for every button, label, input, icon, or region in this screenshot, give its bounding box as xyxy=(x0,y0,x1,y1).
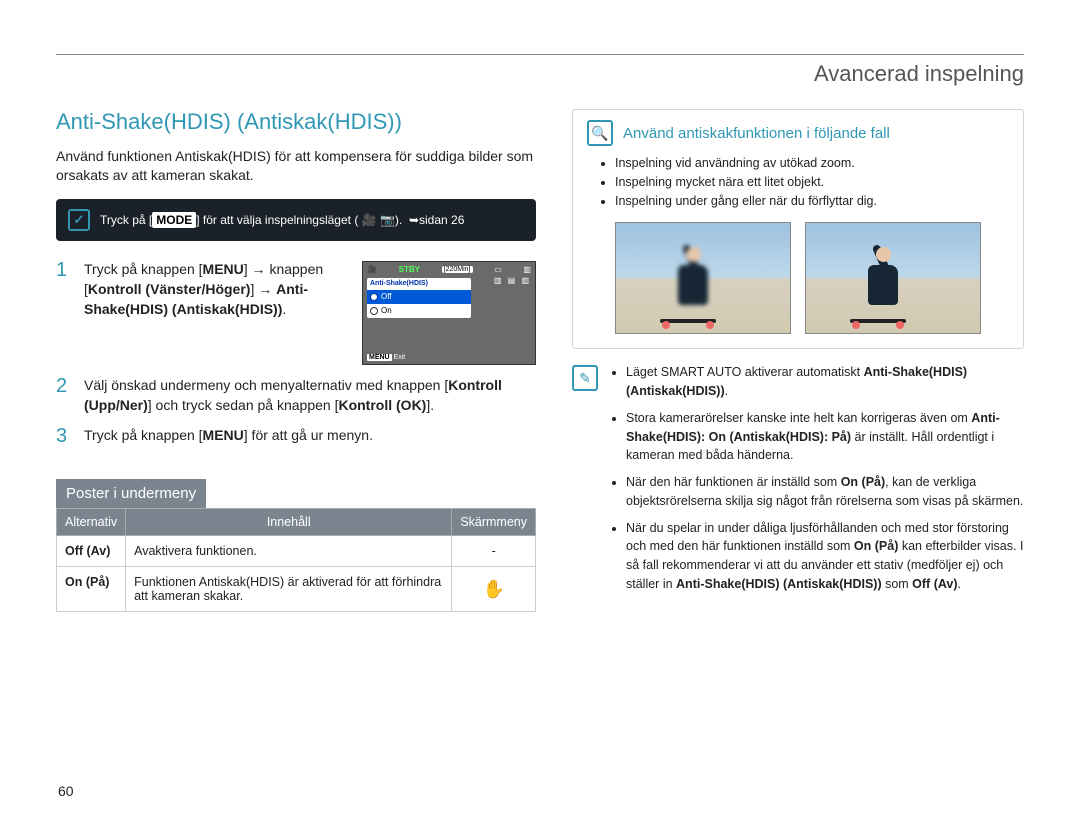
text: Läget SMART AUTO aktiverar automatiskt xyxy=(626,365,864,379)
step-2: 2 Välj önskad undermeny och menyalternat… xyxy=(56,375,536,416)
lcd-menu-item-off: Off xyxy=(367,290,471,304)
usage-callout: 🔍 Använd antiskakfunktionen i följande f… xyxy=(572,109,1024,349)
stby-label: STBY xyxy=(399,265,420,274)
mode-hint-box: ✓ Tryck på [MODE] för att välja inspelni… xyxy=(56,199,536,241)
text: Tryck på knappen [ xyxy=(84,261,203,277)
mode-button-label: MODE xyxy=(152,212,196,228)
text: ] för att gå ur menyn. xyxy=(244,427,373,443)
lcd-menu-item-on: On xyxy=(367,304,471,318)
example-photo-sharp xyxy=(805,222,981,334)
step-2-text: Välj önskad undermeny och menyalternativ… xyxy=(84,375,536,416)
control-button-ref: Kontroll (Vänster/Höger) xyxy=(88,281,251,297)
right-column: 🔍 Använd antiskakfunktionen i följande f… xyxy=(572,109,1024,612)
lcd-right-icons: ▥ ▤ ▥ xyxy=(494,276,531,285)
callout-title: Använd antiskakfunktionen i följande fal… xyxy=(623,125,890,142)
camera-lcd-illustration: 🎥 STBY [220Min] ▭ ▥ ▥ ▤ ▥ Anti-Shake(HDI… xyxy=(362,261,536,365)
text: Tryck på knappen [ xyxy=(84,427,203,443)
col-content: Innehåll xyxy=(126,509,452,536)
callout-bullet: Inspelning vid användning av utökad zoom… xyxy=(615,154,1009,173)
submenu-table: Alternativ Innehåll Skärmmeny Off (Av) A… xyxy=(56,508,536,612)
text: Välj önskad undermeny och menyalternativ… xyxy=(84,377,448,393)
page-ref-arrow-icon: ➥ xyxy=(409,213,419,227)
text: ] → xyxy=(250,281,276,297)
ok-button-ref: Kontroll (OK) xyxy=(338,397,426,413)
remaining-minutes: [220Min] xyxy=(442,266,473,273)
bold: Anti-Shake(HDIS) (Antiskak(HDIS)) xyxy=(676,577,882,591)
opt-off: Off (Av) xyxy=(65,544,110,558)
notes-list: Läget SMART AUTO aktiverar automatiskt A… xyxy=(608,363,1024,601)
text: ] och tryck sedan på knappen [ xyxy=(148,397,339,413)
callout-bullet: Inspelning mycket nära ett litet objekt. xyxy=(615,173,1009,192)
example-photo-blurred xyxy=(615,222,791,334)
callout-bullets: Inspelning vid användning av utökad zoom… xyxy=(615,154,1009,210)
opt-off-icon: - xyxy=(452,536,536,567)
step-3-text: Tryck på knappen [MENU] för att gå ur me… xyxy=(84,425,536,447)
page-reference: sidan 26 xyxy=(419,213,464,227)
text: ]. xyxy=(426,397,434,413)
step-1: 1 Tryck på knappen [MENU] → knappen [Kon… xyxy=(56,259,536,365)
step-1-text: Tryck på knappen [MENU] → knappen [Kontr… xyxy=(84,259,352,365)
manual-page: Avancerad inspelning Anti-Shake(HDIS) (A… xyxy=(0,0,1080,825)
lcd-off-label: Off xyxy=(381,292,392,301)
page-number: 60 xyxy=(58,783,74,799)
text: Tryck på [ xyxy=(100,213,152,227)
card-icon: ▭ xyxy=(494,265,502,274)
step-3: 3 Tryck på knappen [MENU] för att gå ur … xyxy=(56,425,536,447)
col-option: Alternativ xyxy=(57,509,126,536)
example-photos xyxy=(587,222,1009,334)
lcd-exit-text: Exit xyxy=(394,354,406,361)
text: ). xyxy=(395,213,402,227)
magnifier-icon: 🔍 xyxy=(587,120,613,146)
antishake-hand-icon: ✋ xyxy=(482,579,504,599)
lcd-exit-hint: MENU Exit xyxy=(367,354,405,361)
note-item: Läget SMART AUTO aktiverar automatiskt A… xyxy=(626,363,1024,401)
note-item: Stora kamerarörelser kanske inte helt ka… xyxy=(626,409,1024,465)
steps-list: 1 Tryck på knappen [MENU] → knappen [Kon… xyxy=(56,259,536,448)
table-row: Off (Av) Avaktivera funktionen. - xyxy=(57,536,536,567)
check-in-box-icon: ✓ xyxy=(68,209,90,231)
notes-block: ✎ Läget SMART AUTO aktiverar automatiskt… xyxy=(572,363,1024,601)
note-item: När du spelar in under dåliga ljusförhål… xyxy=(626,519,1024,594)
step-number: 1 xyxy=(56,259,72,365)
note-item: När den här funktionen är inställd som O… xyxy=(626,473,1024,511)
header-rule xyxy=(56,54,1024,55)
chapter-breadcrumb: Avancerad inspelning xyxy=(56,61,1024,87)
lead-paragraph: Använd funktionen Antiskak(HDIS) för att… xyxy=(56,147,536,185)
note-icon: ✎ xyxy=(572,365,598,391)
text: ] för att välja inspelningsläget ( xyxy=(196,213,358,227)
bold: On (På) xyxy=(854,539,898,553)
bold: On (På) xyxy=(841,475,885,489)
lcd-menu-header: Anti-Shake(HDIS) xyxy=(367,278,471,290)
step-number: 2 xyxy=(56,375,72,416)
text: . xyxy=(282,301,286,317)
table-row: On (På) Funktionen Antiskak(HDIS) är akt… xyxy=(57,567,536,612)
text: . xyxy=(725,384,728,398)
section-title: Anti-Shake(HDIS) (Antiskak(HDIS)) xyxy=(56,109,536,135)
left-column: Anti-Shake(HDIS) (Antiskak(HDIS)) Använd… xyxy=(56,109,536,612)
mode-hint-text: Tryck på [MODE] för att välja inspelning… xyxy=(100,213,464,227)
video-mode-icon: 🎥 xyxy=(362,213,377,227)
lcd-on-label: On xyxy=(381,306,392,315)
bold: Off (Av) xyxy=(912,577,957,591)
text: Stora kamerarörelser kanske inte helt ka… xyxy=(626,411,971,425)
opt-on-desc: Funktionen Antiskak(HDIS) är aktiverad f… xyxy=(126,567,452,612)
lcd-exit-tag: MENU xyxy=(367,354,392,361)
photo-mode-icon: 📷 xyxy=(380,213,395,227)
opt-on: On (På) xyxy=(65,575,109,589)
col-screenmenu: Skärmmeny xyxy=(452,509,536,536)
menu-button-ref: MENU xyxy=(203,427,244,443)
two-column-layout: Anti-Shake(HDIS) (Antiskak(HDIS)) Använd… xyxy=(56,109,1024,612)
submenu-header: Poster i undermeny xyxy=(56,479,206,508)
text: . xyxy=(958,577,961,591)
text: som xyxy=(882,577,913,591)
text: När den här funktionen är inställd som xyxy=(626,475,841,489)
rec-icon: 🎥 xyxy=(367,265,377,274)
opt-off-desc: Avaktivera funktionen. xyxy=(126,536,452,567)
battery-icon: ▥ xyxy=(523,265,531,274)
callout-bullet: Inspelning under gång eller när du förfl… xyxy=(615,192,1009,211)
menu-button-ref: MENU xyxy=(203,261,244,277)
step-number: 3 xyxy=(56,425,72,447)
